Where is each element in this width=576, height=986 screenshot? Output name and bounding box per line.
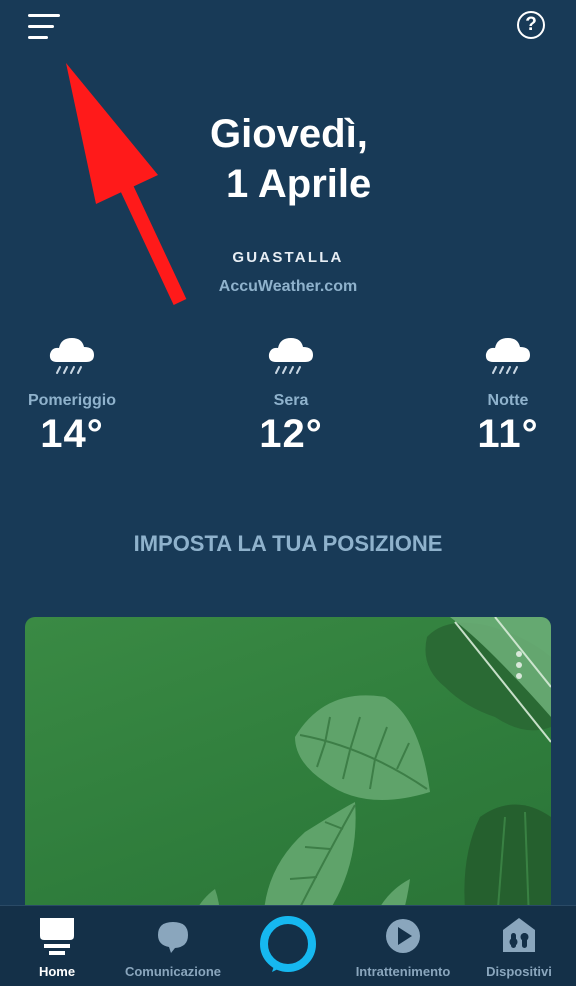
forecast-label: Notte xyxy=(487,392,529,409)
play-icon xyxy=(386,919,420,953)
nav-communication[interactable]: Comunicazione xyxy=(122,906,224,986)
chat-bubble-icon xyxy=(158,922,188,953)
set-location-link[interactable]: IMPOSTA LA TUA POSIZIONE xyxy=(0,531,576,557)
forecast-temp: 11° xyxy=(477,412,539,456)
forecast-afternoon: Pomeriggio 14° xyxy=(0,332,147,457)
alexa-ring-icon xyxy=(260,916,316,972)
forecast-evening: Sera 12° xyxy=(216,332,366,457)
nav-label: Comunicazione xyxy=(124,964,222,979)
devices-house-icon xyxy=(503,918,535,952)
home-icon xyxy=(40,918,74,955)
forecast-night: Notte 11° xyxy=(433,332,576,457)
leaf-illustration xyxy=(185,617,551,947)
nav-label: Home xyxy=(38,964,76,979)
forecast-label: Pomeriggio xyxy=(27,392,116,409)
forecast-label: Sera xyxy=(273,392,309,409)
nav-alexa[interactable] xyxy=(253,906,323,986)
forecast-temp: 14° xyxy=(40,412,104,456)
forecast-temp: 12° xyxy=(259,412,323,456)
bottom-navigation: Home Comunicazione Intrattenimento Dispo… xyxy=(0,905,576,986)
nav-home[interactable]: Home xyxy=(17,906,97,986)
nav-label: Intrattenimento xyxy=(355,964,451,979)
rain-cloud-icon xyxy=(485,338,530,374)
rain-cloud-icon xyxy=(49,338,94,374)
nav-entertainment[interactable]: Intrattenimento xyxy=(349,906,457,986)
rain-cloud-icon xyxy=(268,338,313,374)
red-arrow-icon xyxy=(66,63,187,305)
nav-devices[interactable]: Dispositivi xyxy=(479,906,559,986)
more-vertical-icon[interactable] xyxy=(513,651,525,681)
content-card[interactable] xyxy=(25,617,551,947)
nav-label: Dispositivi xyxy=(486,964,552,979)
